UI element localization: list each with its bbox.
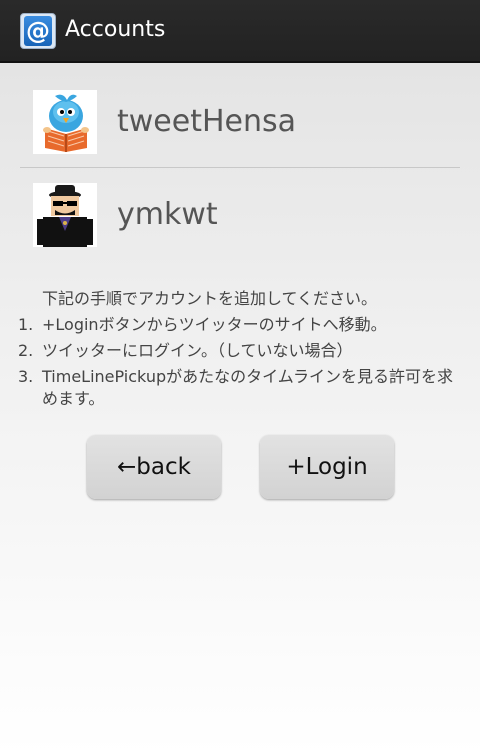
instructions: 下記の手順でアカウントを追加してください。 1. +Loginボタンからツイッタ…	[18, 288, 468, 410]
hat-man-avatar	[33, 183, 97, 247]
at-sign-icon: @	[24, 16, 52, 46]
account-item-ymkwt[interactable]: ymkwt	[20, 169, 460, 259]
account-name: ymkwt	[117, 197, 218, 232]
step-number: 2.	[18, 341, 34, 360]
page-title: Accounts	[65, 17, 166, 42]
instruction-step: 2. ツイッターにログイン。（していない場合）	[18, 340, 468, 362]
step-number: 3.	[18, 367, 34, 386]
login-button[interactable]: +Login	[260, 435, 394, 499]
content-area: tweetHensa ymkwt 下記の手順でアカウントを追加してください。 1…	[0, 63, 480, 755]
action-bar: @ Accounts	[0, 0, 480, 63]
app-icon[interactable]: @	[20, 13, 56, 49]
account-name: tweetHensa	[117, 104, 297, 139]
step-text: ツイッターにログイン。（していない場合）	[42, 341, 353, 360]
instructions-intro: 下記の手順でアカウントを追加してください。	[42, 289, 378, 308]
step-text: TimeLinePickupがあたなのタイムラインを見る許可を求めます。	[42, 367, 453, 408]
step-number: 1.	[18, 315, 34, 334]
divider	[20, 167, 460, 168]
account-item-tweethensa[interactable]: tweetHensa	[20, 76, 460, 166]
instruction-step: 1. +Loginボタンからツイッターのサイトへ移動。	[18, 314, 468, 336]
back-button[interactable]: ←back	[87, 435, 221, 499]
step-text: +Loginボタンからツイッターのサイトへ移動。	[42, 315, 387, 334]
bird-reading-book-avatar	[33, 90, 97, 154]
instruction-step: 3. TimeLinePickupがあたなのタイムラインを見る許可を求めます。	[18, 366, 468, 410]
